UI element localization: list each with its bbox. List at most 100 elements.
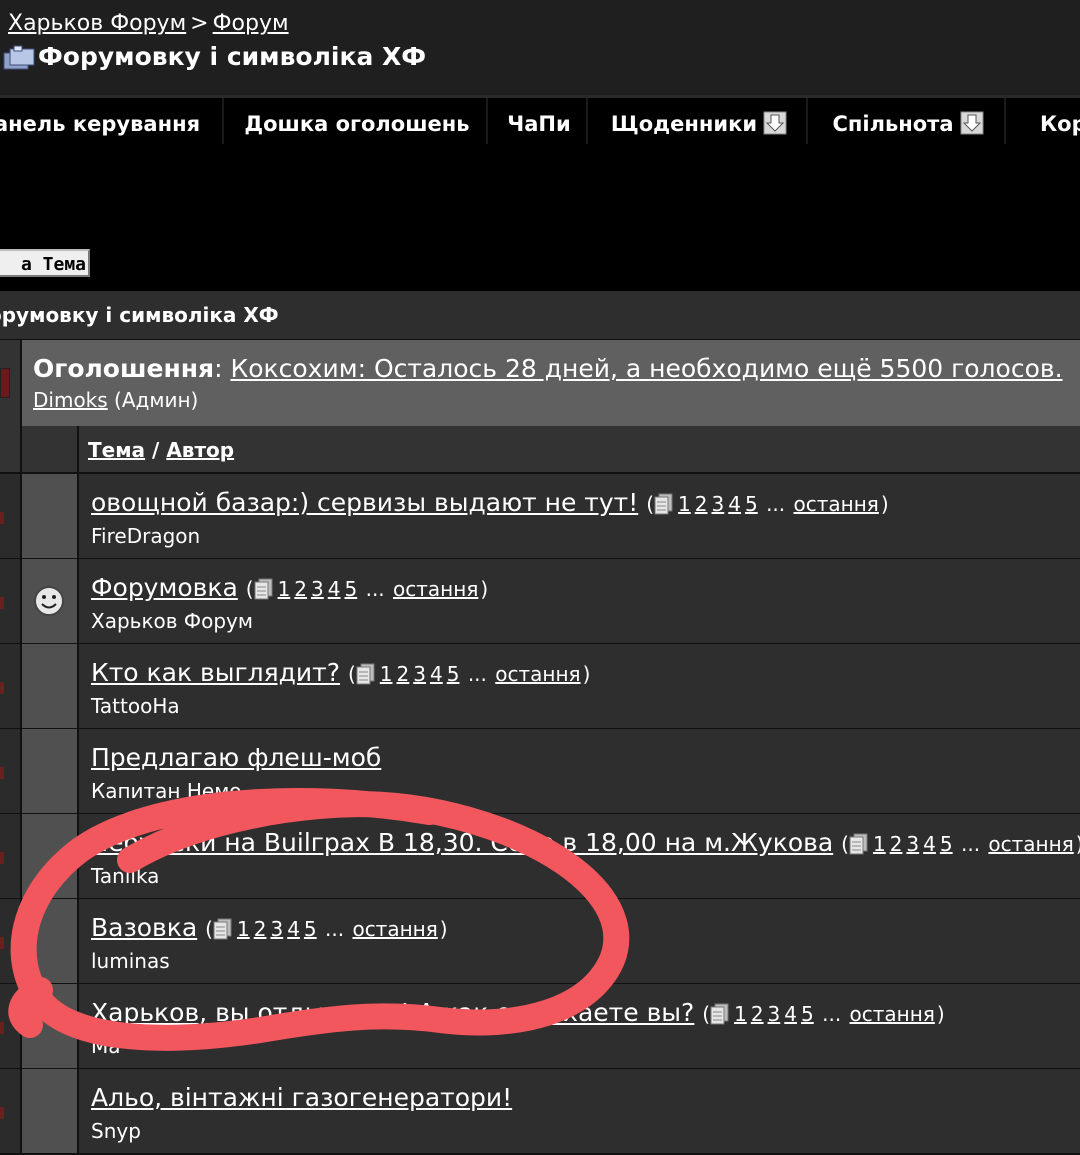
topic-title-link[interactable]: Предлагаю флеш-моб (91, 743, 381, 772)
nav-truncated-item[interactable]: Кор (1040, 98, 1080, 150)
page-title-text: Форумовку і символіка ХФ (38, 42, 427, 71)
topic-status-cell (0, 814, 22, 898)
topic-status-icon (0, 682, 4, 694)
page-link-4[interactable]: 4 (287, 917, 300, 941)
last-page-link[interactable]: остання (495, 662, 580, 686)
topic-title-link[interactable]: Харьков, вы отдыхаете! А как отдыхаете в… (91, 998, 694, 1027)
topic-icon-cell (22, 474, 79, 558)
page-link-4[interactable]: 4 (784, 1002, 797, 1026)
nav-control-panel[interactable]: анель керування (0, 98, 224, 150)
page-link-3[interactable]: 3 (270, 917, 283, 941)
nav-label: ЧаПи (507, 112, 571, 136)
section-header: орумовку і символіка ХФ (0, 291, 1080, 341)
topic-title-line: Харьков, вы отдыхаете! А как отдыхаете в… (91, 998, 945, 1027)
nav-community[interactable]: Спільнота (810, 98, 1006, 150)
pages-ellipsis: ... (365, 577, 385, 601)
topic-main-cell: овощной базар:) сервизы выдают не тут! (… (79, 474, 1080, 558)
announcement-author-link[interactable]: Dimoks (33, 388, 108, 412)
page-link-2[interactable]: 2 (294, 577, 307, 601)
sort-by-topic-link[interactable]: Тема (88, 438, 145, 462)
page-link-4[interactable]: 4 (430, 662, 443, 686)
topic-status-cell (0, 729, 22, 813)
topic-author: Taniika (91, 864, 160, 888)
page-link-4[interactable]: 4 (728, 492, 741, 516)
page-link-1[interactable]: 1 (380, 662, 393, 686)
page-link-1[interactable]: 1 (873, 832, 886, 856)
page-link-3[interactable]: 3 (768, 1002, 781, 1026)
download-arrow-icon (763, 111, 787, 135)
header-slash: / (152, 438, 160, 462)
page-link-5[interactable]: 5 (940, 832, 953, 856)
topic-main-cell: Форумовка (1 2 3 4 5 ... остання) Харьков Фо… (79, 559, 1080, 643)
page-link-2[interactable]: 2 (695, 492, 708, 516)
topic-pages: (12345 ... остання) (702, 1002, 945, 1026)
page-link-2[interactable]: 2 (890, 832, 903, 856)
topic-title-link[interactable]: Альо, вінтажні газогенератори! (91, 1083, 512, 1112)
nav-faq[interactable]: ЧаПи (490, 98, 588, 150)
topic-title-link[interactable]: овощной базар:) сервизы выдают не тут! (91, 488, 638, 517)
announcement-colon: : (214, 354, 223, 383)
page-link-3[interactable]: 3 (906, 832, 919, 856)
page-link-5[interactable]: 5 (304, 917, 317, 941)
banner-area (0, 147, 1080, 291)
last-page-link[interactable]: остання (988, 832, 1073, 856)
topic-row: Альо, вінтажні газогенератори! Snyp (0, 1069, 1080, 1155)
last-page-link[interactable]: остання (850, 1002, 935, 1026)
sort-by-author-link[interactable]: Автор (166, 438, 234, 462)
breadcrumb-separator: > (190, 11, 209, 36)
topic-row: Чебуреки на Builграх В 18,30. Сбор в 18,… (0, 814, 1080, 900)
topic-main-cell: Харьков, вы отдыхаете! А как отдыхаете в… (79, 984, 1080, 1068)
topic-title-line: Форумовка (1 2 3 4 5 ... остання) (91, 573, 488, 602)
page-link-3[interactable]: 3 (413, 662, 426, 686)
topic-status-icon (0, 512, 4, 524)
pages-icon (710, 1003, 729, 1025)
page-link-2[interactable]: 2 (254, 917, 267, 941)
topic-status-icon (0, 1022, 4, 1034)
topic-author: FireDragon (91, 524, 201, 548)
pages-ellipsis: ... (960, 832, 981, 856)
topic-title-link[interactable]: Вазовка (91, 913, 197, 942)
page-link-4[interactable]: 4 (923, 832, 936, 856)
page-link-5[interactable]: 5 (345, 577, 358, 601)
last-page-link[interactable]: остання (352, 917, 437, 941)
last-page-link[interactable]: остання (794, 492, 879, 516)
page-link-4[interactable]: 4 (328, 577, 341, 601)
breadcrumb-forum-link[interactable]: Форум (213, 11, 289, 36)
page-link-3[interactable]: 3 (712, 492, 725, 516)
topic-row: Кто как выглядит? (1 2 3 4 5 ... остання) Ta… (0, 644, 1080, 730)
page-link-1[interactable]: 1 (678, 492, 691, 516)
new-topic-button[interactable]: а Тема (0, 249, 90, 277)
announcement-link[interactable]: Коксохим: Осталось 28 дней, а необходимо… (230, 354, 1062, 383)
page-link-3[interactable]: 3 (311, 577, 324, 601)
topic-title-link[interactable]: Форумовка (91, 573, 238, 602)
topic-status-cell (0, 984, 22, 1068)
page-link-2[interactable]: 2 (751, 1002, 764, 1026)
nav-notice-board[interactable]: Дошка оголошень (226, 98, 488, 150)
topic-main-cell: Чебуреки на Builграх В 18,30. Сбор в 18,… (79, 814, 1080, 898)
topic-title-link[interactable]: Чебуреки на Builграх В 18,30. Сбор в 18,… (91, 828, 833, 857)
nav-label: Кор (1040, 112, 1080, 136)
topic-row: Харьков, вы отдыхаете! А как отдыхаете в… (0, 984, 1080, 1070)
section-title: орумовку і символіка ХФ (0, 303, 279, 327)
pages-icon (654, 493, 673, 515)
topic-main-cell: Предлагаю флеш-моб Капитан Немо (79, 729, 1080, 813)
topic-title-line: овощной базар:) сервизы выдают не тут! (… (91, 488, 889, 517)
page-link-5[interactable]: 5 (801, 1002, 814, 1026)
topic-title-line: Чебуреки на Builграх В 18,30. Сбор в 18,… (91, 828, 1080, 857)
topic-author: TattooHa (91, 694, 180, 718)
topic-title-link[interactable]: Кто как выглядит? (91, 658, 340, 687)
topic-status-cell (0, 474, 22, 558)
nav-diaries[interactable]: Щоденники (590, 98, 808, 150)
page-link-2[interactable]: 2 (397, 662, 410, 686)
topic-row: Предлагаю флеш-моб Капитан Немо (0, 729, 1080, 815)
page-link-1[interactable]: 1 (278, 577, 291, 601)
topic-pages: (12345 ... остання) (347, 662, 591, 686)
topic-status-icon (0, 937, 4, 949)
last-page-link[interactable]: остання (393, 577, 478, 601)
page-link-1[interactable]: 1 (734, 1002, 747, 1026)
page-link-5[interactable]: 5 (447, 662, 460, 686)
breadcrumb-home-link[interactable]: Харьков Форум (8, 11, 186, 36)
page-link-1[interactable]: 1 (237, 917, 250, 941)
topic-status-icon (0, 597, 4, 609)
page-link-5[interactable]: 5 (745, 492, 758, 516)
